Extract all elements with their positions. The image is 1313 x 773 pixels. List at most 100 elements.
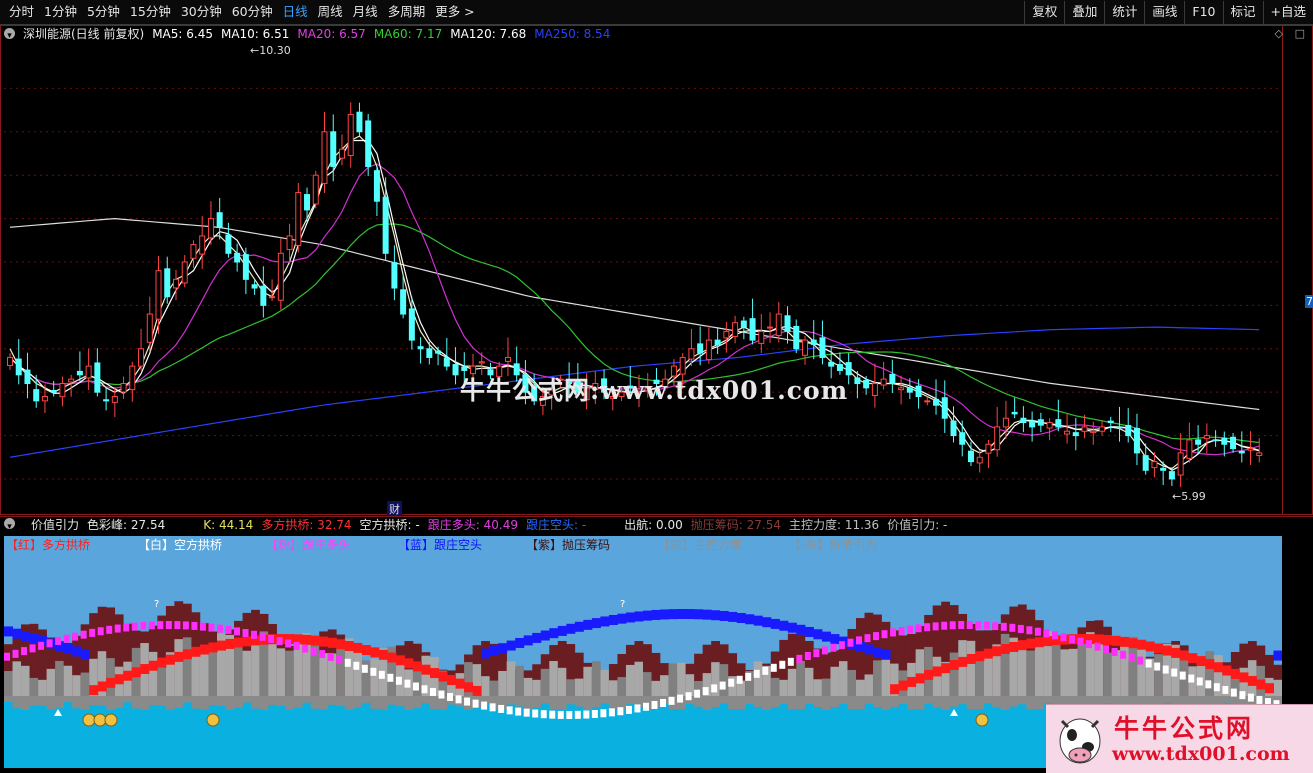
value-gravity-bar bbox=[123, 696, 133, 703]
candle-body bbox=[1081, 426, 1088, 432]
candle-body bbox=[950, 420, 957, 437]
bridge-white-bar bbox=[668, 696, 675, 705]
value-gravity-bar bbox=[992, 696, 1002, 708]
value-gravity-bar bbox=[873, 696, 882, 708]
bear-bridge bbox=[864, 644, 874, 655]
follow-bull-bar bbox=[46, 639, 53, 648]
value-gravity-bar bbox=[753, 696, 763, 707]
bridge-white-bar bbox=[498, 704, 505, 713]
bridge-white-bar bbox=[1196, 677, 1203, 686]
control-force-bar bbox=[966, 640, 976, 696]
tool-button-6[interactable]: +自选 bbox=[1262, 1, 1313, 24]
finance-event-marker[interactable]: 财 bbox=[387, 501, 402, 517]
ma5-line bbox=[9, 135, 1260, 470]
control-force-bar bbox=[55, 660, 64, 696]
bear-bridge bbox=[719, 610, 729, 621]
right-edge-price-tag: 7 bbox=[1305, 295, 1313, 308]
tool-button-2[interactable]: 统计 bbox=[1104, 1, 1144, 24]
candle-body bbox=[356, 111, 363, 133]
control-force-bar bbox=[821, 678, 831, 696]
control-force-bar bbox=[864, 674, 874, 696]
candle-body bbox=[941, 397, 948, 419]
bull-bridge bbox=[472, 685, 482, 696]
candle-body bbox=[1168, 471, 1175, 480]
bridge-white-bar bbox=[361, 664, 368, 673]
bull-bridge bbox=[234, 637, 244, 648]
bull-bridge bbox=[1128, 638, 1138, 649]
follow-bull-bar bbox=[285, 639, 292, 648]
tool-button-4[interactable]: F10 bbox=[1184, 1, 1222, 24]
candle-body bbox=[59, 382, 66, 398]
expand-icon[interactable]: □ bbox=[1295, 27, 1305, 40]
candle-body bbox=[1142, 455, 1149, 471]
bull-bridge bbox=[1256, 679, 1266, 690]
ma-value-2: MA20: 6.57 bbox=[297, 27, 366, 41]
follow-bull-bar bbox=[966, 621, 973, 630]
bull-bridge bbox=[106, 677, 116, 688]
bridge-white-bar bbox=[1145, 659, 1152, 668]
period-tab-5[interactable]: 60分钟 bbox=[227, 0, 278, 24]
follow-bull-bar bbox=[1009, 623, 1016, 632]
bull-bridge bbox=[941, 663, 951, 674]
period-tab-7[interactable]: 周线 bbox=[313, 0, 348, 24]
period-tab-9[interactable]: 多周期 bbox=[383, 0, 431, 24]
ma-value-5: MA250: 8.54 bbox=[534, 27, 611, 41]
candle-body bbox=[146, 313, 153, 343]
ma-value-0: MA5: 6.45 bbox=[152, 27, 213, 41]
follow-bull-bar bbox=[1137, 656, 1144, 665]
tool-button-3[interactable]: 画线 bbox=[1144, 1, 1184, 24]
follow-bull-bar bbox=[182, 621, 189, 630]
tool-button-1[interactable]: 叠加 bbox=[1064, 1, 1104, 24]
tool-button-0[interactable]: 复权 bbox=[1024, 1, 1064, 24]
bear-bridge bbox=[540, 630, 550, 641]
period-tab-3[interactable]: 15分钟 bbox=[125, 0, 176, 24]
main-kline-panel[interactable]: ▾ 深圳能源(日线 前复权) MA5: 6.45 MA10: 6.51 MA20: … bbox=[0, 25, 1313, 517]
bull-bridge bbox=[165, 654, 175, 665]
bear-bridge bbox=[702, 609, 712, 620]
period-tab-1[interactable]: 1分钟 bbox=[39, 0, 82, 24]
candle-body bbox=[1037, 419, 1044, 426]
settings-circle-icon[interactable]: ▾ bbox=[4, 28, 15, 41]
bull-bridge bbox=[361, 645, 371, 656]
control-force-bar bbox=[608, 680, 618, 696]
value-gravity-bar bbox=[770, 696, 780, 708]
control-force-bar bbox=[72, 675, 81, 696]
candle-body bbox=[924, 400, 931, 403]
bull-bridge bbox=[387, 652, 397, 663]
period-tab-8[interactable]: 月线 bbox=[348, 0, 383, 24]
bull-bridge bbox=[336, 639, 346, 650]
follow-bull-bar bbox=[55, 636, 62, 645]
bull-bridge bbox=[1171, 647, 1181, 658]
diamond-icon[interactable]: ◇ bbox=[1275, 27, 1283, 40]
kline-chart[interactable] bbox=[0, 25, 1313, 515]
period-tab-4[interactable]: 30分钟 bbox=[176, 0, 227, 24]
period-tab-2[interactable]: 5分钟 bbox=[82, 0, 125, 24]
tool-button-5[interactable]: 标记 bbox=[1222, 1, 1263, 24]
value-gravity-bar bbox=[1043, 696, 1053, 704]
candle-body bbox=[1116, 426, 1123, 429]
indicator-field-4: 跟庄多头: 40.49 bbox=[427, 518, 518, 532]
control-force-bar bbox=[336, 642, 346, 696]
candle-body bbox=[33, 389, 40, 402]
control-force-bar bbox=[1205, 651, 1215, 696]
period-tab-0[interactable]: 分时 bbox=[4, 0, 39, 24]
candle-body bbox=[898, 387, 905, 391]
bull-bridge bbox=[1162, 645, 1172, 656]
period-tab-10[interactable]: 更多 > bbox=[430, 0, 479, 24]
value-gravity-bar bbox=[890, 696, 899, 707]
bridge-white-bar bbox=[1213, 683, 1220, 692]
indicator-settings-icon[interactable]: ▾ bbox=[4, 518, 15, 532]
follow-bull-bar bbox=[915, 624, 922, 633]
question-marker: ? bbox=[154, 599, 159, 610]
value-gravity-bar bbox=[140, 696, 150, 710]
period-tab-6[interactable]: 日线 bbox=[278, 0, 313, 24]
legend-item-5: 【灰】主控力度 bbox=[658, 538, 743, 552]
candle-body bbox=[871, 382, 878, 396]
high-price-label: ←10.30 bbox=[250, 44, 291, 57]
value-gravity-bar bbox=[600, 696, 610, 704]
control-force-bar bbox=[915, 649, 925, 696]
candle-body bbox=[207, 218, 214, 239]
bear-bridge bbox=[608, 614, 618, 625]
bridge-white-bar bbox=[464, 697, 471, 706]
value-gravity-bar bbox=[106, 696, 116, 710]
